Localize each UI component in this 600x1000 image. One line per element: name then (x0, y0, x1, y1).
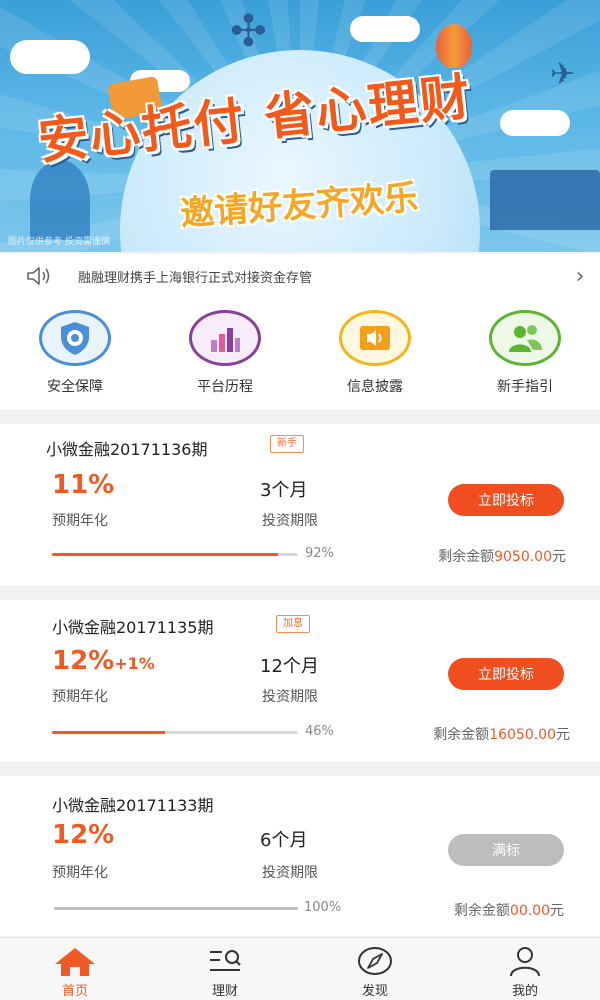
palm-tree-icon (30, 160, 90, 240)
product-tag-badge: 新手 (270, 435, 304, 453)
rate-value: 12% (52, 820, 115, 850)
rate-label: 预期年化 (52, 865, 108, 881)
city-skyline-icon (490, 170, 600, 230)
windmill-icon: ✣ (230, 6, 267, 57)
product-card[interactable]: 小微金融20171133期 12% 预期年化 6个月 投资期限 满标 100% … (0, 776, 600, 936)
quick-item-disclosure[interactable]: 信息披露 (300, 298, 450, 410)
quick-item-history[interactable]: 平台历程 (150, 298, 300, 410)
finance-list-icon (210, 950, 241, 971)
remaining-value: 9050.00 (494, 549, 552, 565)
product-name: 小微金融20171133期 (52, 796, 214, 815)
progress-bar (52, 553, 298, 556)
progress-percent: 100% (304, 900, 342, 915)
tab-home[interactable]: 首页 (0, 938, 150, 1000)
compass-icon (358, 947, 392, 975)
remaining-amount: 剩余金额16050.00元 (433, 724, 570, 744)
term-value: 3个月 (260, 480, 308, 501)
quick-item-label: 平台历程 (197, 379, 253, 395)
progress-fill (54, 907, 298, 910)
tab-mine[interactable]: 我的 (450, 938, 600, 1000)
quick-item-label: 信息披露 (347, 379, 403, 395)
banner-cloud (10, 40, 90, 74)
product-card[interactable]: 小微金融20171136期 新手 11% 预期年化 3个月 投资期限 立即投标 … (0, 424, 600, 586)
rate-value: 12% (52, 646, 115, 676)
term-label: 投资期限 (262, 513, 318, 529)
rate-label: 预期年化 (52, 689, 108, 705)
remaining-value: 00.00 (509, 903, 550, 919)
product-name: 小微金融20171136期 (46, 440, 208, 459)
quick-item-label: 安全保障 (47, 379, 103, 395)
sold-out-button[interactable]: 满标 (448, 834, 564, 866)
remaining-unit: 元 (550, 903, 564, 919)
chevron-right-icon[interactable]: › (560, 254, 600, 298)
notice-bar[interactable]: 融融理财携手上海银行正式对接资金存管 › (0, 254, 600, 298)
remaining-label: 剩余金额 (453, 903, 510, 919)
banner-watermark: 图片仅供参考 投资需谨慎 (8, 237, 110, 247)
progress-percent: 46% (305, 724, 334, 739)
bar-chart-icon (189, 310, 261, 366)
bottom-tab-bar: 首页 理财 发现 我的 (0, 937, 600, 1000)
invest-button[interactable]: 立即投标 (448, 658, 564, 690)
tab-label: 发现 (361, 984, 388, 999)
invest-button[interactable]: 立即投标 (448, 484, 564, 516)
rate-value: 11% (52, 470, 115, 500)
rate-bonus: +1% (114, 654, 155, 673)
remaining-amount: 剩余金额9050.00元 (438, 546, 566, 566)
tab-finance[interactable]: 理财 (150, 938, 300, 1000)
home-icon (55, 948, 95, 976)
progress-bar (54, 907, 298, 910)
progress-fill (52, 553, 279, 556)
users-icon (489, 310, 561, 366)
quick-item-security[interactable]: 安全保障 (0, 298, 150, 410)
user-icon (510, 947, 540, 976)
tab-label: 首页 (61, 984, 88, 999)
banner-cloud (350, 16, 420, 42)
progress-bar (52, 731, 298, 734)
remaining-unit: 元 (552, 549, 566, 565)
remaining-amount: 剩余金额00.00元 (454, 900, 564, 920)
product-name: 小微金融20171135期 (52, 618, 214, 637)
remaining-unit: 元 (556, 727, 570, 743)
shield-icon (39, 310, 111, 366)
tab-discover[interactable]: 发现 (300, 938, 450, 1000)
rate-label: 预期年化 (52, 513, 108, 529)
remaining-label: 剩余金额 (433, 727, 490, 743)
remaining-label: 剩余金额 (438, 549, 495, 565)
quick-menu: 安全保障 平台历程 信息披露 新手指引 (0, 298, 600, 410)
quick-item-label: 新手指引 (497, 379, 553, 395)
term-label: 投资期限 (262, 689, 318, 705)
progress-fill (52, 731, 166, 734)
quick-item-guide[interactable]: 新手指引 (450, 298, 600, 410)
product-rate: 12%+1% (52, 646, 155, 676)
progress-percent: 92% (305, 546, 334, 561)
product-card[interactable]: 小微金融20171135期 加息 12%+1% 预期年化 12个月 投资期限 立… (0, 600, 600, 762)
tab-label: 理财 (211, 984, 238, 999)
term-value: 6个月 (260, 830, 308, 851)
product-rate: 11% (52, 470, 114, 500)
product-rate: 12% (52, 820, 114, 850)
notice-text: 融融理财携手上海银行正式对接资金存管 (78, 270, 313, 286)
promo-banner[interactable]: ✣ ✈ 安心托付 省心理财 邀请好友齐欢乐 图片仅供参考 投资需谨慎 (0, 0, 600, 252)
speaker-icon (26, 254, 62, 298)
term-label: 投资期限 (262, 865, 318, 881)
term-value: 12个月 (260, 656, 319, 677)
product-tag-badge: 加息 (276, 615, 310, 633)
remaining-value: 16050.00 (489, 727, 556, 743)
tab-label: 我的 (511, 984, 538, 999)
megaphone-icon (339, 310, 411, 366)
